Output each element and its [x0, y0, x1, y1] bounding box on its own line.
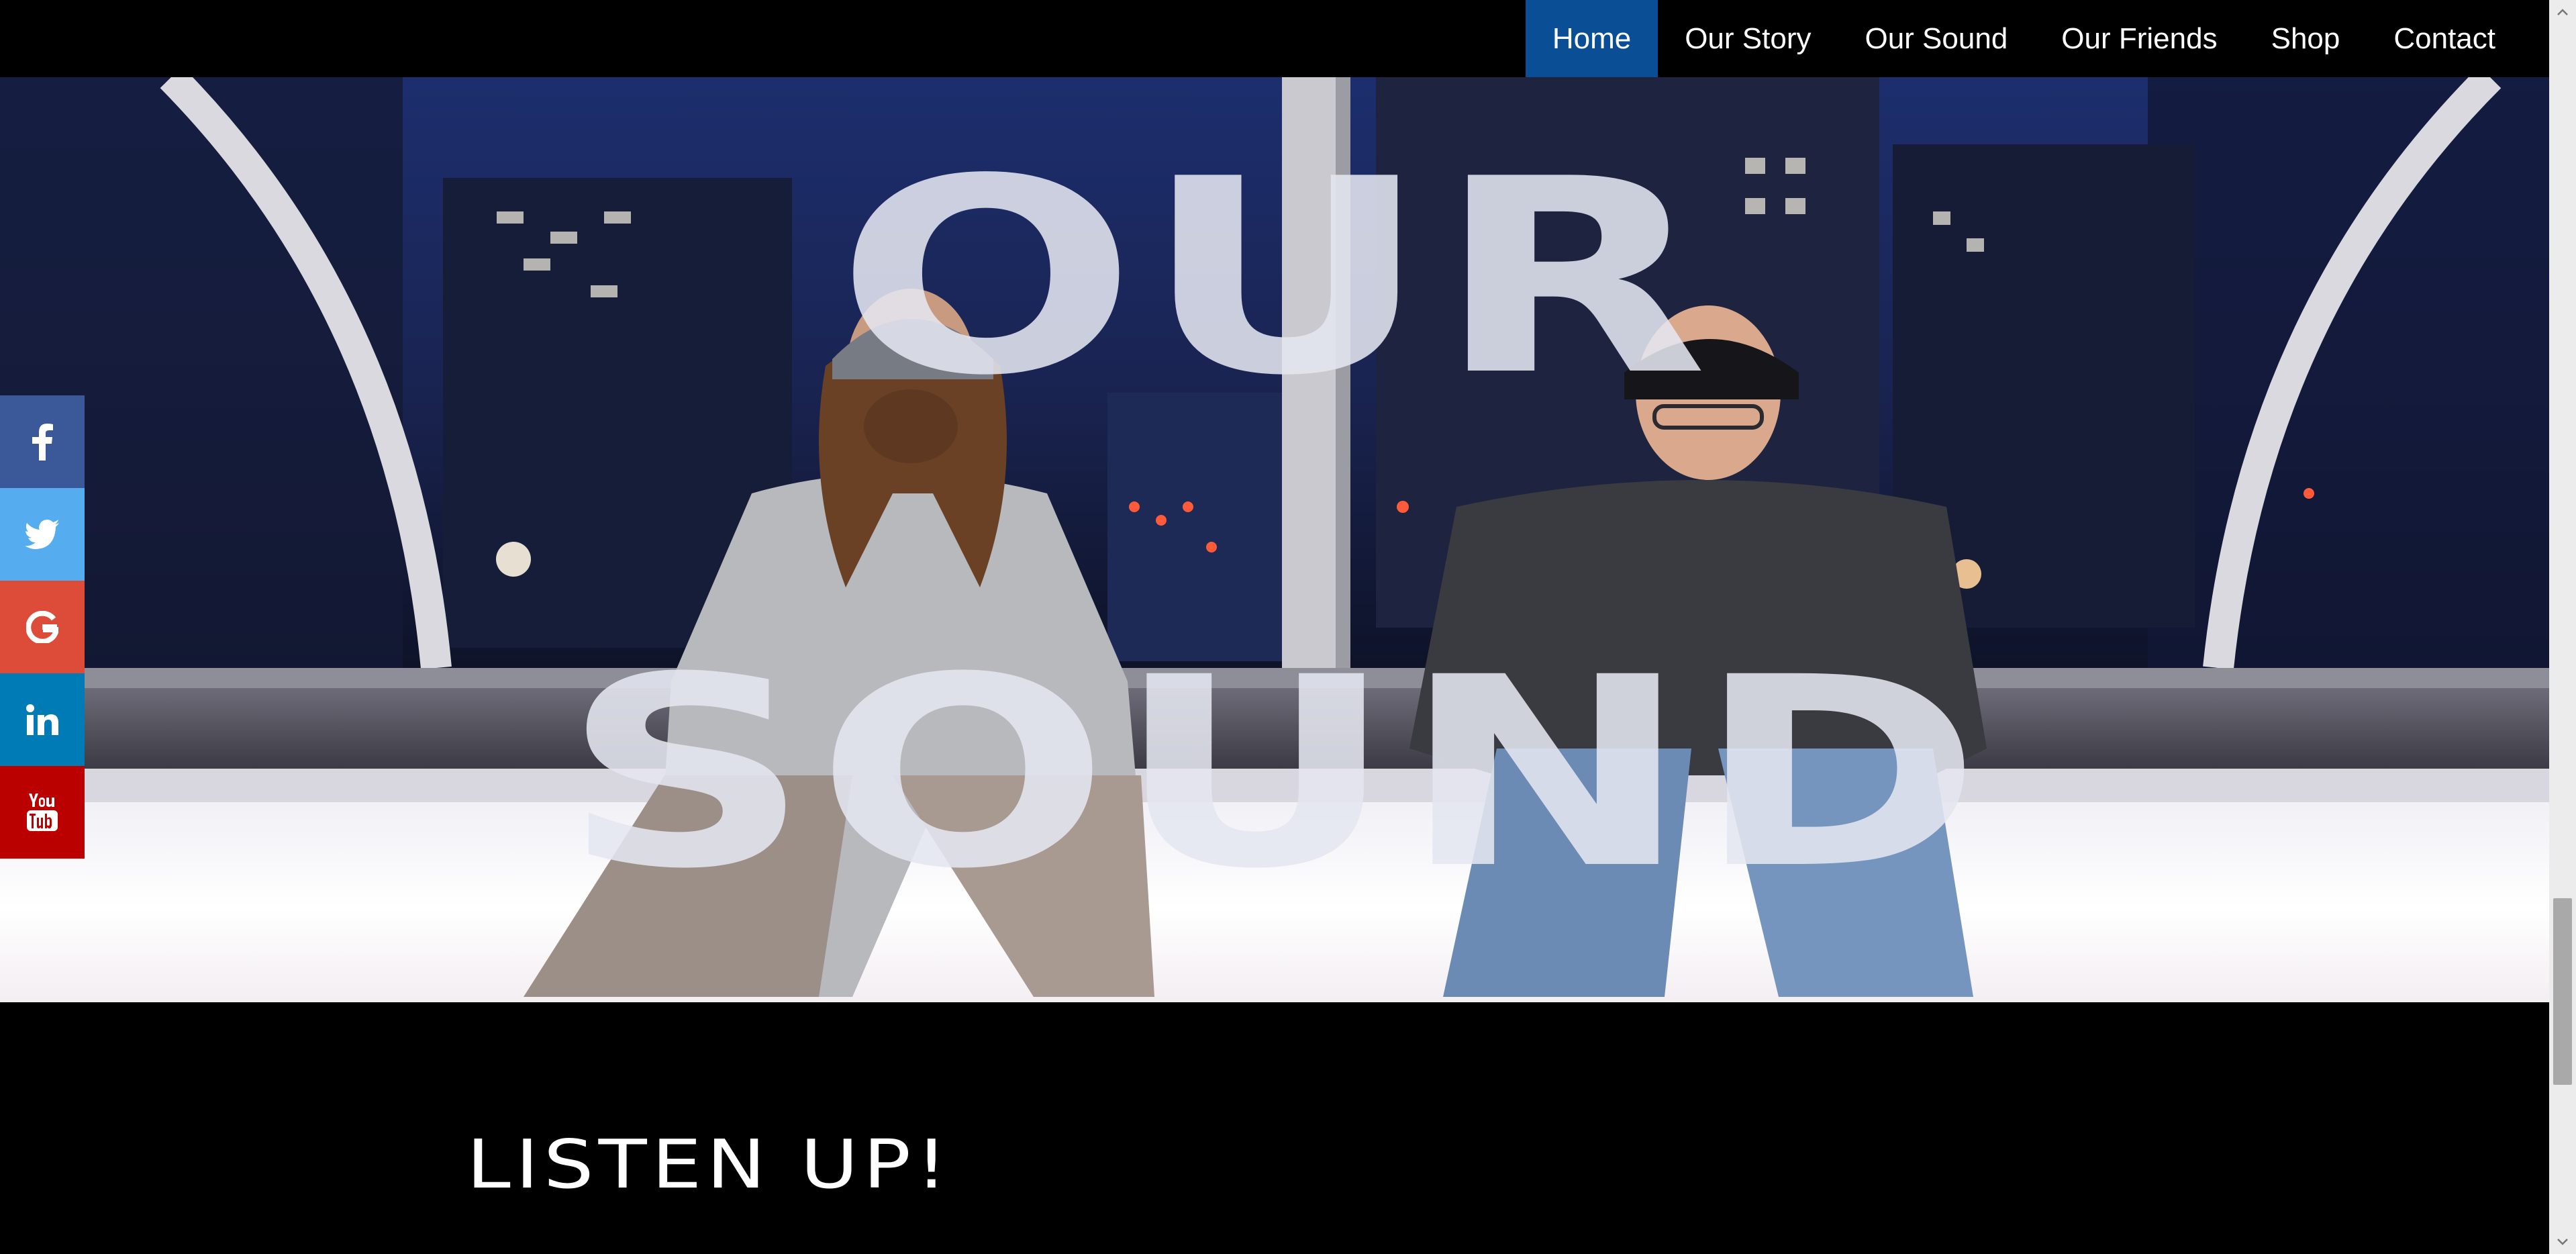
facebook-icon	[32, 424, 53, 461]
nav-item-home[interactable]: Home	[1525, 0, 1658, 77]
hero-title-line-2: SOUND	[561, 621, 1988, 926]
twitter-icon	[25, 520, 59, 549]
nav-item-our-story[interactable]: Our Story	[1658, 0, 1838, 77]
social-share-rail	[0, 395, 85, 859]
hero-title-line-1: OUR	[836, 122, 1714, 434]
scroll-down-arrow-icon[interactable]	[2549, 1230, 2576, 1254]
nav-item-our-sound[interactable]: Our Sound	[1838, 0, 2034, 77]
youtube-share-button[interactable]	[0, 766, 85, 859]
linkedin-icon	[26, 704, 58, 735]
main-nav: Home Our Story Our Sound Our Friends Sho…	[1525, 0, 2522, 77]
twitter-share-button[interactable]	[0, 488, 85, 581]
hero-section: OUR SOUND	[0, 77, 2549, 1002]
facebook-share-button[interactable]	[0, 395, 85, 488]
nav-item-shop[interactable]: Shop	[2244, 0, 2367, 77]
scroll-up-arrow-icon[interactable]	[2549, 0, 2576, 24]
nav-item-our-friends[interactable]: Our Friends	[2034, 0, 2244, 77]
linkedin-share-button[interactable]	[0, 673, 85, 766]
google-share-button[interactable]	[0, 581, 85, 673]
top-nav-bar: Home Our Story Our Sound Our Friends Sho…	[0, 0, 2549, 77]
nav-item-contact[interactable]: Contact	[2367, 0, 2522, 77]
google-icon	[26, 611, 58, 643]
page-scrollbar[interactable]	[2549, 0, 2576, 1254]
scroll-thumb[interactable]	[2553, 898, 2572, 1085]
section-heading: LISTEN UP!	[466, 1125, 952, 1204]
youtube-icon	[27, 793, 58, 831]
